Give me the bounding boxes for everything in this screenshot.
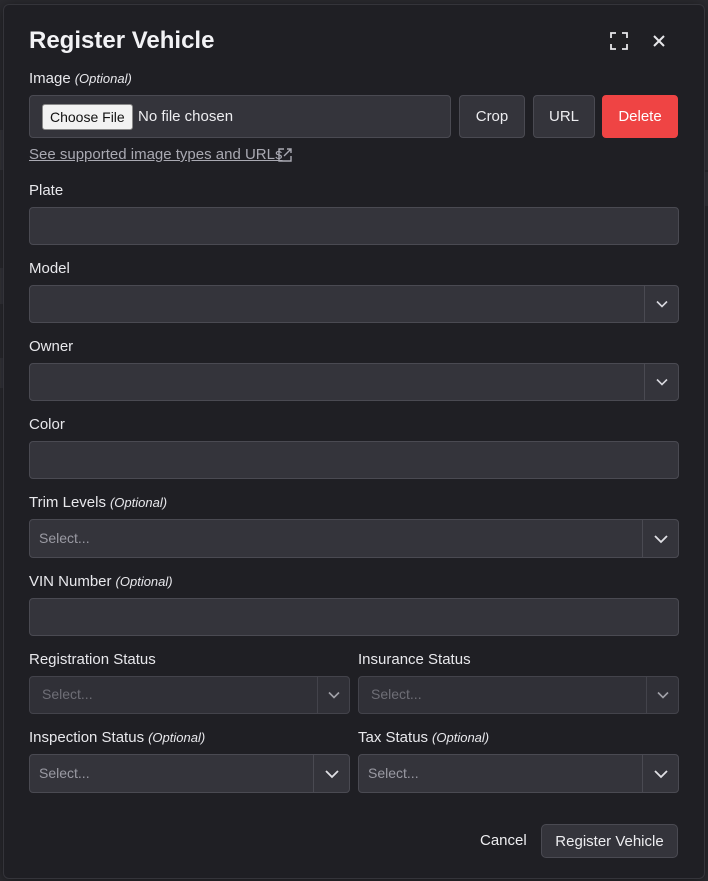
- model-select[interactable]: [29, 285, 679, 323]
- optional-tag: (Optional): [432, 730, 490, 745]
- no-file-text: No file chosen: [138, 108, 234, 125]
- maximize-icon[interactable]: [607, 29, 631, 53]
- owner-label: Owner: [29, 338, 74, 355]
- plate-input[interactable]: [29, 207, 679, 245]
- registration-status-label: Registration Status: [29, 651, 156, 668]
- optional-tag: (Optional): [74, 71, 132, 86]
- owner-select[interactable]: [29, 363, 679, 401]
- tax-status-select[interactable]: Select...: [358, 754, 679, 793]
- model-label: Model: [29, 260, 70, 277]
- external-link-icon: [276, 146, 294, 169]
- choose-file-button[interactable]: Choose File: [42, 104, 133, 130]
- trim-levels-label-text: Trim Levels: [29, 494, 106, 511]
- color-label: Color: [29, 416, 65, 433]
- tax-status-label: Tax Status (Optional): [358, 729, 489, 746]
- plate-label: Plate: [29, 182, 64, 199]
- supported-image-types-link[interactable]: See supported image types and URLs: [29, 146, 282, 163]
- insurance-status-select[interactable]: Select...: [358, 676, 679, 714]
- chevron-down-icon[interactable]: [313, 755, 349, 792]
- inspection-status-label: Inspection Status (Optional): [29, 729, 205, 746]
- color-input[interactable]: [29, 441, 679, 479]
- file-input[interactable]: Choose File No file chosen: [29, 95, 451, 138]
- vin-label-text: VIN Number: [29, 573, 112, 590]
- trim-levels-placeholder: Select...: [39, 530, 90, 546]
- registration-status-select[interactable]: Select...: [29, 676, 350, 714]
- trim-levels-label: Trim Levels (Optional): [29, 494, 167, 511]
- register-vehicle-dialog: Register Vehicle Image (Optional) Choose …: [3, 4, 705, 879]
- crop-button[interactable]: Crop: [459, 95, 525, 138]
- insurance-status-placeholder: Select...: [371, 686, 422, 702]
- optional-tag: (Optional): [109, 495, 168, 510]
- close-icon[interactable]: [647, 29, 671, 53]
- image-label-text: Image: [29, 70, 71, 87]
- tax-status-label-text: Tax Status: [358, 729, 429, 746]
- chevron-down-icon[interactable]: [644, 364, 678, 400]
- dialog-title: Register Vehicle: [29, 27, 215, 54]
- optional-tag: (Optional): [115, 574, 173, 589]
- inspection-status-select[interactable]: Select...: [29, 754, 350, 793]
- chevron-down-icon[interactable]: [642, 755, 678, 792]
- vin-label: VIN Number (Optional): [29, 573, 173, 590]
- chevron-down-icon[interactable]: [644, 286, 678, 322]
- vin-input[interactable]: [29, 598, 679, 636]
- delete-button[interactable]: Delete: [602, 95, 678, 138]
- insurance-status-label: Insurance Status: [358, 651, 471, 668]
- optional-tag: (Optional): [148, 730, 206, 745]
- chevron-down-icon[interactable]: [317, 677, 349, 713]
- image-label: Image (Optional): [29, 70, 132, 87]
- register-vehicle-button[interactable]: Register Vehicle: [541, 824, 678, 858]
- chevron-down-icon[interactable]: [642, 520, 678, 557]
- url-button[interactable]: URL: [533, 95, 595, 138]
- trim-levels-select[interactable]: Select...: [29, 519, 679, 558]
- tax-status-placeholder: Select...: [368, 765, 419, 781]
- chevron-down-icon[interactable]: [646, 677, 678, 713]
- registration-status-placeholder: Select...: [42, 686, 93, 702]
- inspection-status-placeholder: Select...: [39, 765, 90, 781]
- inspection-status-label-text: Inspection Status: [29, 729, 145, 746]
- cancel-button[interactable]: Cancel: [480, 832, 527, 849]
